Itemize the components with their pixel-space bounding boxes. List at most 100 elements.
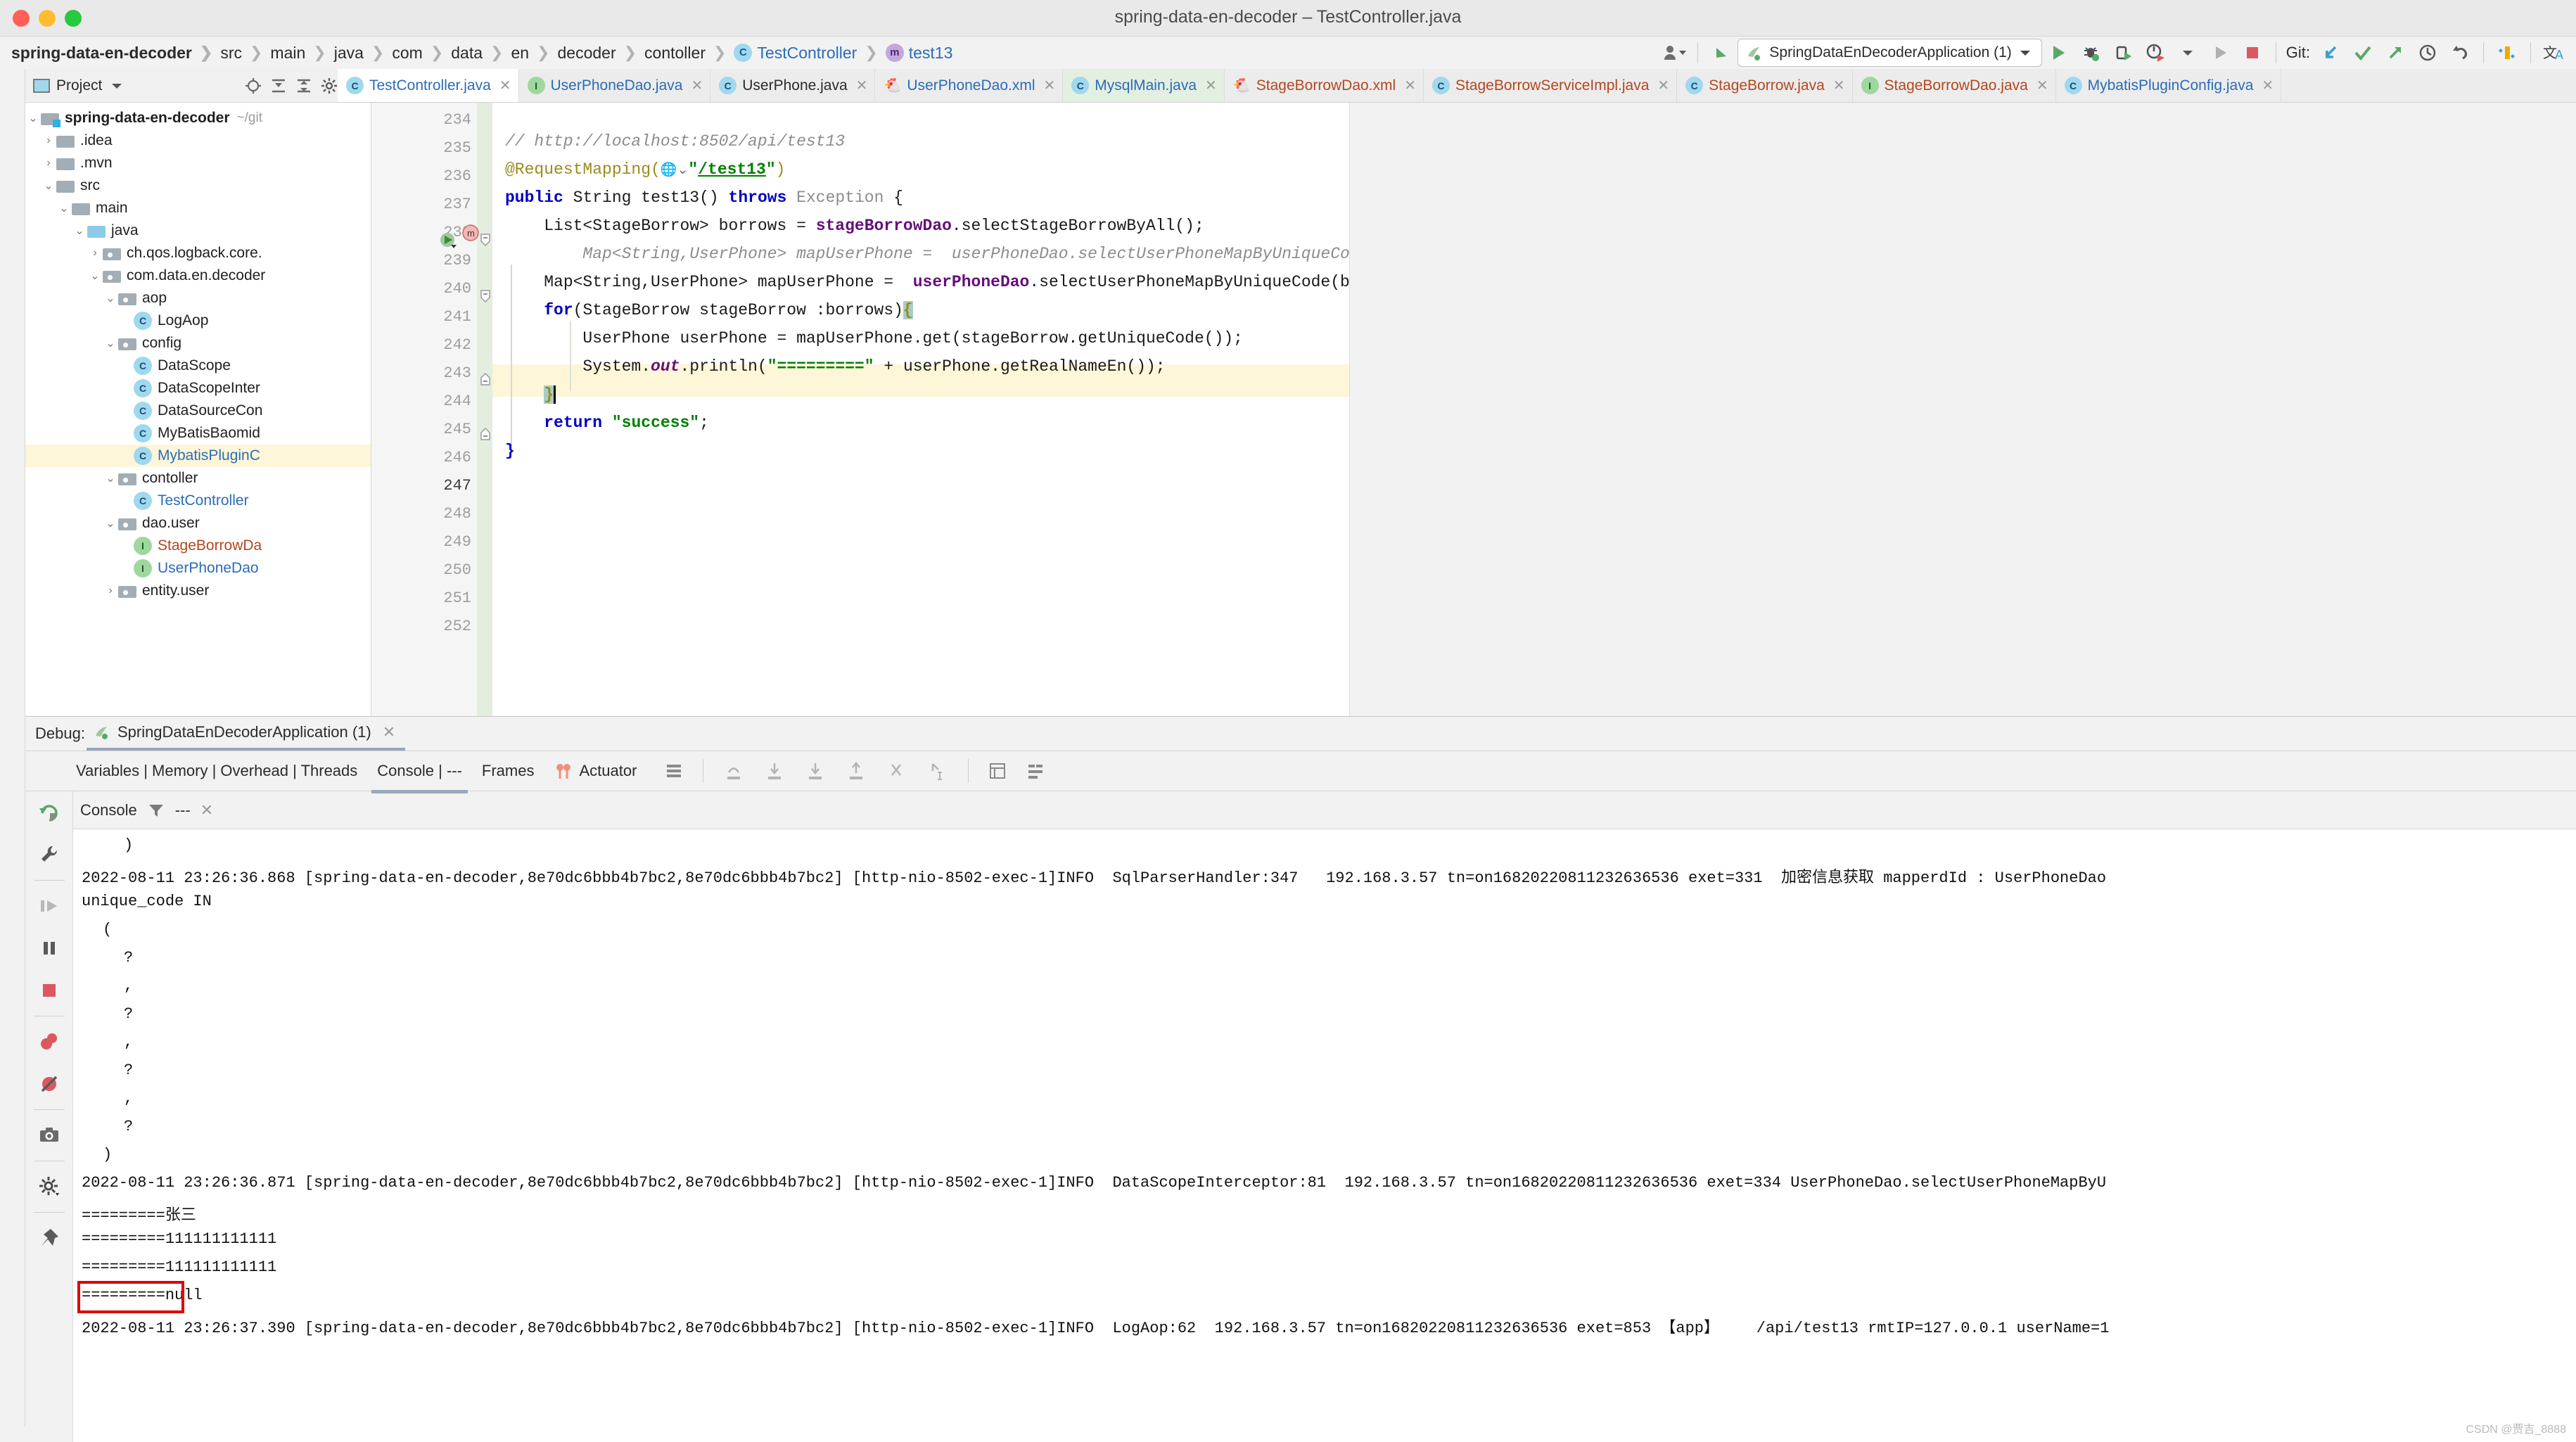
tree-item-main[interactable]: ⌄ main xyxy=(25,197,371,219)
stop-icon[interactable] xyxy=(25,969,73,1012)
step-into-icon[interactable] xyxy=(764,761,785,781)
tree-item-mybatispluginc[interactable]: C MybatisPluginC xyxy=(25,445,371,467)
tree-item-mybatisbaomid[interactable]: C MyBatisBaomid xyxy=(25,422,371,445)
close-icon[interactable]: ✕ xyxy=(1044,77,1056,94)
git-history-icon[interactable] xyxy=(2411,39,2444,67)
console-output[interactable]: ) 2022-08-11 23:26:36.868 [spring-data-en… xyxy=(73,829,2576,1442)
run-configuration-selector[interactable]: SpringDataEnDecoderApplication (1) xyxy=(1737,39,2042,67)
editor-tab-stageborrowdao-xml[interactable]: 🐔 StageBorrowDao.xml ✕ xyxy=(1225,69,1424,102)
profile-dropdown-icon[interactable] xyxy=(2172,39,2204,67)
editor-tab-testcontroller-java[interactable]: C TestController.java ✕ xyxy=(338,69,519,102)
debug-tab-actuator[interactable]: Actuator xyxy=(554,761,637,781)
tree-item--idea[interactable]: › .idea xyxy=(25,129,371,152)
tree-item-java[interactable]: ⌄ java xyxy=(25,219,371,242)
debug-tab-variables[interactable]: Variables | Memory | Overhead | Threads xyxy=(76,762,357,780)
run-to-cursor-icon[interactable] xyxy=(927,761,948,781)
close-icon[interactable]: ✕ xyxy=(200,801,213,819)
view-breakpoints-icon[interactable] xyxy=(25,1021,73,1063)
translate-icon[interactable]: 文A xyxy=(2538,39,2570,67)
tree-item-datascope[interactable]: C DataScope xyxy=(25,355,371,377)
close-icon[interactable]: ✕ xyxy=(856,77,868,94)
close-icon[interactable]: ✕ xyxy=(1833,77,1845,94)
chevron-down-icon[interactable]: ⌄ xyxy=(103,291,118,305)
chevron-down-icon[interactable]: ⌄ xyxy=(103,471,118,485)
tree-item-src[interactable]: ⌄ src xyxy=(25,174,371,197)
close-icon[interactable]: ✕ xyxy=(1657,77,1669,94)
git-pull-icon[interactable] xyxy=(2314,39,2347,67)
bookmark-gutter-icon[interactable]: m xyxy=(461,224,480,242)
user-avatar-icon[interactable] xyxy=(1658,39,1690,67)
editor-tab-userphonedao-xml[interactable]: 🐔 UserPhoneDao.xml ✕ xyxy=(875,69,1064,102)
pin-icon[interactable] xyxy=(25,1217,73,1259)
vcs-update-icon[interactable] xyxy=(1705,39,1737,67)
project-tree[interactable]: ⌄ spring-data-en-decoder ~/git › .idea › .mvn ⌄… xyxy=(25,103,371,602)
resume-program-icon[interactable] xyxy=(25,885,73,927)
pause-program-icon[interactable] xyxy=(25,927,73,969)
tree-item-dao-user[interactable]: ⌄ dao.user xyxy=(25,512,371,535)
evaluate-expression-icon[interactable] xyxy=(988,762,1007,780)
tree-item-aop[interactable]: ⌄ aop xyxy=(25,287,371,310)
rerun-icon[interactable] xyxy=(25,791,73,834)
filter-icon[interactable] xyxy=(147,802,165,819)
settings-icon[interactable] xyxy=(319,75,340,96)
fold-marker-249[interactable] xyxy=(480,428,490,440)
tree-item-testcontroller[interactable]: C TestController xyxy=(25,490,371,512)
chevron-down-icon[interactable]: ⌄ xyxy=(56,201,72,215)
git-commit-icon[interactable] xyxy=(2347,39,2379,67)
tree-item-stageborrowda[interactable]: I StageBorrowDa xyxy=(25,535,371,557)
breadcrumb-item-testcontroller[interactable]: C TestController ❯ xyxy=(734,44,885,63)
editor-gutter[interactable]: 234 235 236 237 238 239 240 241 242 243 244 245 246 2… xyxy=(371,103,477,716)
chevron-down-icon[interactable]: ⌄ xyxy=(41,179,56,193)
chevron-down-icon[interactable]: ⌄ xyxy=(87,269,103,283)
chevron-right-icon[interactable]: › xyxy=(87,247,103,260)
tree-item-entity-user[interactable]: › entity.user xyxy=(25,580,371,602)
layout-icon[interactable] xyxy=(665,762,683,780)
breadcrumb-item-java[interactable]: java ❯ xyxy=(334,44,393,63)
editor-tab-userphonedao-java[interactable]: I UserPhoneDao.java ✕ xyxy=(519,69,711,102)
debug-tab-console[interactable]: Console | --- xyxy=(371,762,468,793)
force-step-into-icon[interactable] xyxy=(805,761,826,781)
fold-marker-244[interactable] xyxy=(480,290,490,302)
tree-item-com-data-en-decoder[interactable]: ⌄ com.data.en.decoder xyxy=(25,264,371,287)
close-icon[interactable]: ✕ xyxy=(691,77,703,94)
profile-icon[interactable] xyxy=(2139,39,2172,67)
camera-icon[interactable] xyxy=(25,1114,73,1156)
editor-tab-mysqlmain-java[interactable]: C MysqlMain.java ✕ xyxy=(1063,69,1225,102)
console-tab-label[interactable]: Console xyxy=(80,801,137,819)
editor-tab-mybatispluginconfig-java[interactable]: C MybatisPluginConfig.java ✕ xyxy=(2056,69,2282,102)
diff-icon[interactable] xyxy=(2491,39,2523,67)
breadcrumb-item-data[interactable]: data ❯ xyxy=(451,44,511,63)
breadcrumb-item-src[interactable]: src ❯ xyxy=(220,44,270,63)
debug-icon[interactable] xyxy=(2074,39,2107,67)
breadcrumb-item-decoder[interactable]: decoder ❯ xyxy=(557,44,644,63)
fold-marker-247[interactable] xyxy=(480,373,490,385)
step-over-icon[interactable] xyxy=(723,761,744,781)
editor-tab-stageborrowserviceimpl-java[interactable]: C StageBorrowServiceImpl.java ✕ xyxy=(1424,69,1678,102)
code-editor[interactable]: 234 235 236 237 238 239 240 241 242 243 244 245 246 2… xyxy=(371,103,2576,716)
chevron-down-icon[interactable]: ⌄ xyxy=(72,224,87,238)
chevron-down-icon[interactable]: ⌄ xyxy=(103,336,118,350)
debug-tab-frames[interactable]: Frames xyxy=(482,762,535,780)
settings-wrench-icon[interactable] xyxy=(25,834,73,876)
breadcrumb-item-contoller[interactable]: contoller ❯ xyxy=(644,44,734,63)
editor-tab-userphone-java[interactable]: C UserPhone.java ✕ xyxy=(710,69,876,102)
run-with-coverage-icon[interactable] xyxy=(2107,39,2139,67)
chevron-down-icon[interactable] xyxy=(106,75,127,96)
rerun-icon[interactable] xyxy=(2204,39,2236,67)
tree-item-config[interactable]: ⌄ config xyxy=(25,332,371,355)
stop-icon[interactable] xyxy=(2236,39,2269,67)
git-push-icon[interactable] xyxy=(2379,39,2411,67)
fold-marker-240[interactable] xyxy=(480,234,490,246)
tree-item-logaop[interactable]: C LogAop xyxy=(25,310,371,332)
close-icon[interactable]: ✕ xyxy=(1205,77,1217,94)
close-icon[interactable]: ✕ xyxy=(499,77,511,94)
chevron-down-icon[interactable]: ⌄ xyxy=(103,516,118,530)
breadcrumb-item-test13[interactable]: m test13 xyxy=(885,44,952,63)
editor-tab-stageborrow-java[interactable]: C StageBorrow.java ✕ xyxy=(1677,69,1853,102)
git-rollback-icon[interactable] xyxy=(2444,39,2476,67)
run-method-gutter-icon[interactable] xyxy=(438,229,459,250)
close-icon[interactable]: ✕ xyxy=(2262,77,2274,94)
breadcrumb-item-en[interactable]: en ❯ xyxy=(511,44,557,63)
breadcrumb-item-main[interactable]: main ❯ xyxy=(270,44,333,63)
editor-tabs[interactable]: C TestController.java ✕ I UserPhoneDao.java ✕… xyxy=(338,69,2576,103)
